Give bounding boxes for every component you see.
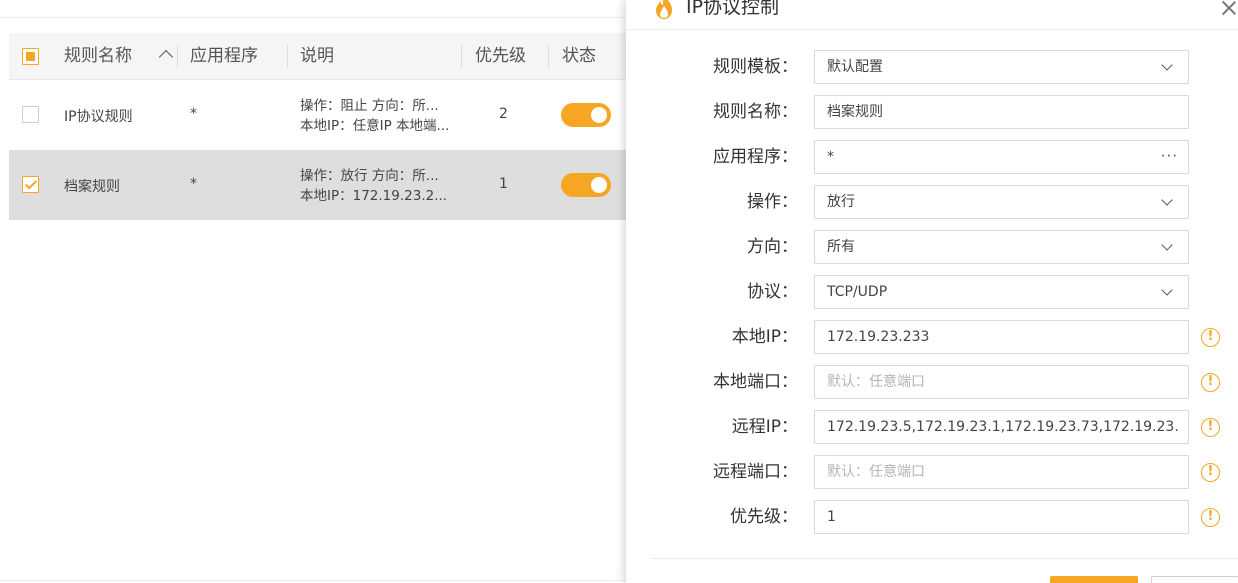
confirm-button[interactable] [1050, 576, 1138, 583]
row-checkbox[interactable] [22, 106, 39, 123]
cancel-button[interactable] [1151, 576, 1238, 583]
field-label: 本地IP： [731, 327, 798, 347]
dialog-header: IP协议控制 [626, 0, 1238, 30]
select-all-checkbox[interactable] [22, 48, 39, 65]
warning-icon[interactable]: ! [1201, 508, 1220, 527]
field-rule-template: 规则模板： 默认配置 [626, 50, 1238, 84]
toolbar-strip [0, 0, 626, 18]
field-value: 1 [827, 509, 836, 525]
column-header-priority: 优先级 [475, 46, 526, 66]
field-priority: 优先级： 1 ! [626, 500, 1238, 534]
field-label: 本地端口： [713, 372, 798, 392]
table-bottom-border [0, 580, 626, 581]
local-ip-input[interactable]: 172.19.23.233 [814, 320, 1189, 354]
field-label: 协议： [747, 282, 798, 302]
column-header-desc: 说明 [300, 46, 334, 66]
status-toggle[interactable] [561, 173, 611, 197]
warning-icon[interactable]: ! [1201, 373, 1220, 392]
local-port-input[interactable]: 默认：任意端口 [814, 365, 1189, 399]
more-icon[interactable]: ··· [1161, 141, 1178, 171]
field-label: 优先级： [730, 507, 798, 527]
field-remote-port: 远程端口： 默认：任意端口 ! [626, 455, 1238, 489]
rule-desc-line1: 操作：放行 方向：所... [300, 168, 439, 184]
column-header-app: 应用程序 [190, 46, 258, 66]
field-label: 远程端口： [713, 462, 798, 482]
row-checkbox[interactable] [22, 176, 39, 193]
rule-app: * [190, 106, 197, 122]
field-value: 放行 [827, 194, 855, 210]
field-value: TCP/UDP [827, 284, 888, 300]
application-picker[interactable]: * ··· [814, 140, 1189, 174]
field-placeholder: 默认：任意端口 [827, 464, 925, 480]
field-local-port: 本地端口： 默认：任意端口 ! [626, 365, 1238, 399]
column-header-status: 状态 [562, 46, 596, 66]
rule-template-select[interactable]: 默认配置 [814, 50, 1189, 84]
column-divider [177, 45, 178, 68]
field-direction: 方向： 所有 [626, 230, 1238, 264]
remote-port-input[interactable]: 默认：任意端口 [814, 455, 1189, 489]
field-label: 规则模板： [713, 57, 798, 77]
rule-desc-line2: 本地IP：任意IP 本地端... [300, 118, 450, 134]
ip-protocol-dialog: IP协议控制 规则模板： 默认配置 规则名称： 档案规则 应用程序： * ···… [626, 0, 1238, 583]
column-divider [461, 45, 462, 68]
field-value: 所有 [827, 239, 855, 255]
rule-desc-line2: 本地IP：172.19.23.2... [300, 188, 448, 204]
rule-desc-line1: 操作：阻止 方向：所... [300, 98, 439, 114]
column-divider [287, 45, 288, 68]
field-value: 172.19.23.5,172.19.23.1,172.19.23.73,172… [827, 419, 1179, 435]
rule-priority: 2 [499, 106, 508, 122]
warning-icon[interactable]: ! [1201, 418, 1220, 437]
warning-icon[interactable]: ! [1201, 463, 1220, 482]
protocol-select[interactable]: TCP/UDP [814, 275, 1189, 309]
priority-input[interactable]: 1 [814, 500, 1189, 534]
field-application: 应用程序： * ··· [626, 140, 1238, 174]
dialog-title: IP协议控制 [686, 0, 780, 18]
action-select[interactable]: 放行 [814, 185, 1189, 219]
rule-name: 档案规则 [64, 179, 120, 195]
rule-name-input[interactable]: 档案规则 [814, 95, 1189, 129]
rule-list-panel: 规则名称 应用程序 说明 优先级 状态 IP协议规则 * 操作：阻止 方向：所.… [0, 0, 626, 583]
flame-logo-icon [656, 0, 672, 19]
sort-ascending-icon[interactable] [158, 49, 174, 65]
field-label: 方向： [747, 237, 798, 257]
field-value: 档案规则 [827, 104, 883, 120]
field-label: 操作： [747, 192, 798, 212]
column-header-name[interactable]: 规则名称 [64, 33, 132, 80]
rule-app: * [190, 176, 197, 192]
table-header: 规则名称 应用程序 说明 优先级 状态 [9, 33, 626, 80]
field-local-ip: 本地IP： 172.19.23.233 ! [626, 320, 1238, 354]
remote-ip-input[interactable]: 172.19.23.5,172.19.23.1,172.19.23.73,172… [814, 410, 1189, 444]
close-icon[interactable] [1220, 0, 1238, 17]
field-label: 远程IP： [731, 417, 798, 437]
field-placeholder: 默认：任意端口 [827, 374, 925, 390]
field-value: 172.19.23.233 [827, 329, 930, 345]
field-label: 应用程序： [713, 147, 798, 167]
field-value: * [827, 149, 834, 165]
field-label: 规则名称： [713, 102, 798, 122]
field-rule-name: 规则名称： 档案规则 [626, 95, 1238, 129]
table-row[interactable]: IP协议规则 * 操作：阻止 方向：所... 本地IP：任意IP 本地端... … [9, 80, 626, 150]
column-divider [548, 45, 549, 68]
field-value: 默认配置 [827, 59, 883, 75]
warning-icon[interactable]: ! [1201, 328, 1220, 347]
status-toggle[interactable] [561, 103, 611, 127]
table-row[interactable]: 档案规则 * 操作：放行 方向：所... 本地IP：172.19.23.2...… [9, 150, 626, 220]
field-protocol: 协议： TCP/UDP [626, 275, 1238, 309]
dialog-footer-divider [650, 558, 1238, 559]
field-action: 操作： 放行 [626, 185, 1238, 219]
field-remote-ip: 远程IP： 172.19.23.5,172.19.23.1,172.19.23.… [626, 410, 1238, 444]
rule-name: IP协议规则 [64, 109, 133, 125]
direction-select[interactable]: 所有 [814, 230, 1189, 264]
rule-priority: 1 [499, 176, 508, 192]
